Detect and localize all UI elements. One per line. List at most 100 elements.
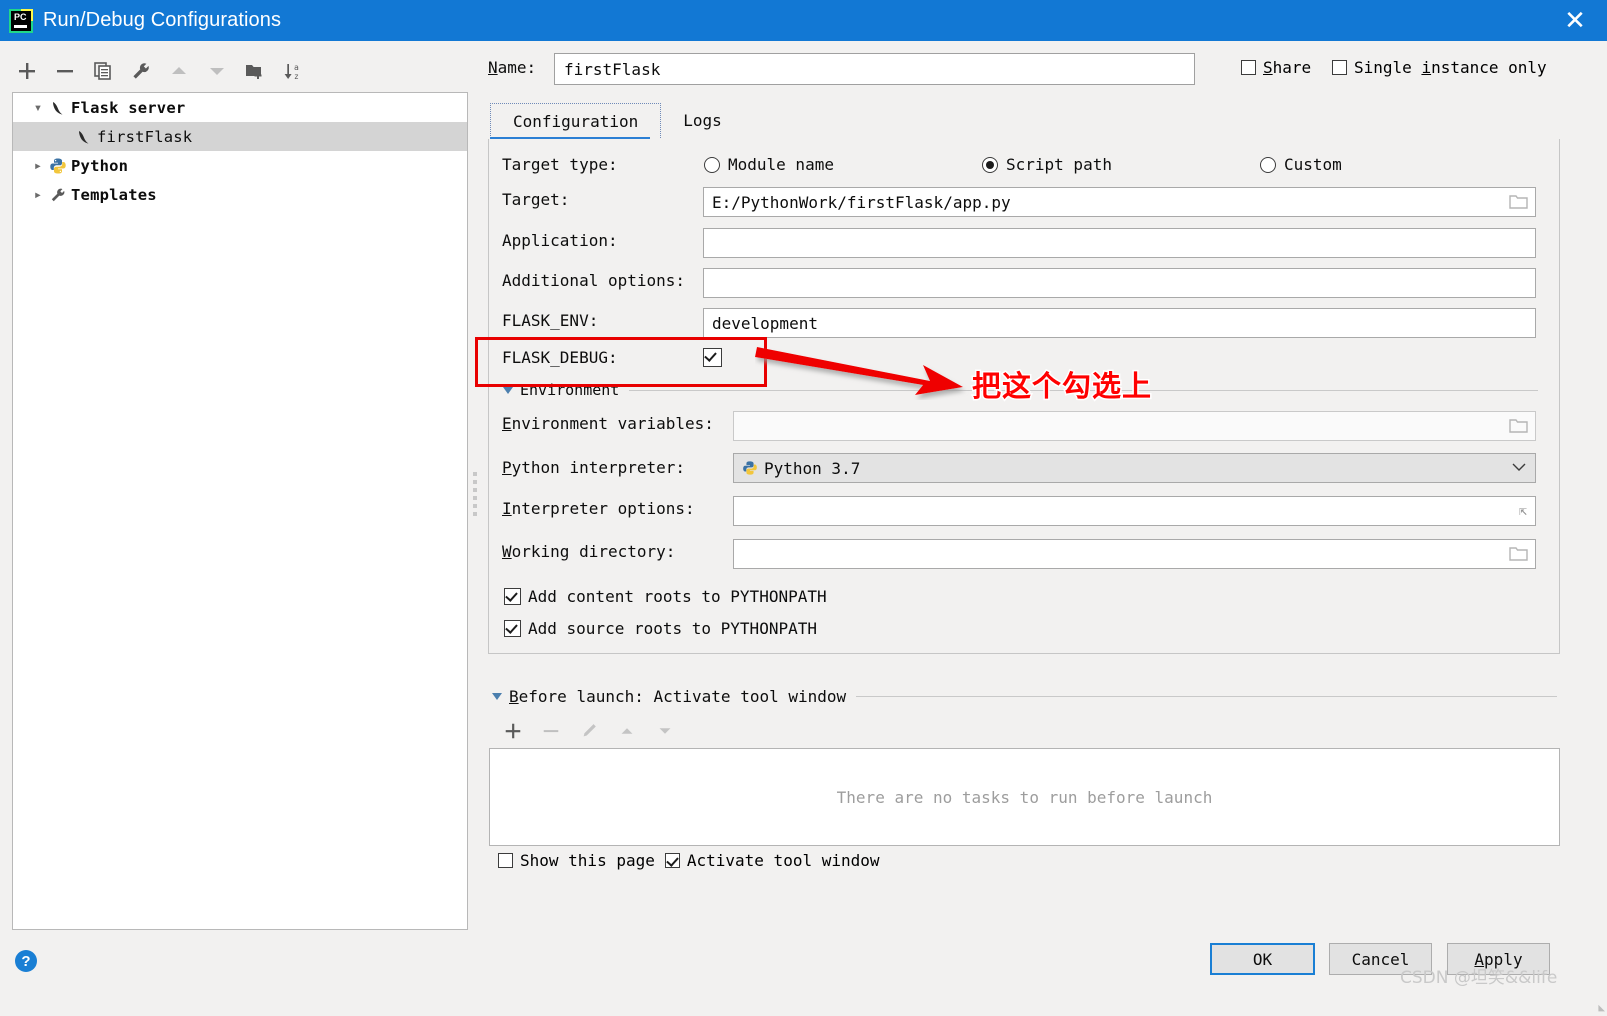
working-directory-input[interactable] bbox=[733, 539, 1536, 569]
name-input[interactable]: firstFlask bbox=[554, 53, 1195, 85]
empty-state-text: There are no tasks to run before launch bbox=[836, 787, 1213, 807]
bottom-options: Show this page Activate tool window bbox=[498, 851, 890, 870]
flask-env-input[interactable]: development bbox=[703, 308, 1536, 338]
show-this-page-checkbox[interactable]: Show this page bbox=[498, 851, 655, 870]
pencil-icon bbox=[583, 724, 596, 737]
flask-icon bbox=[53, 101, 63, 114]
tree-item-label: Python bbox=[71, 156, 129, 175]
move-down-button[interactable] bbox=[198, 54, 236, 88]
chevron-down-icon bbox=[1512, 463, 1526, 471]
checkbox-box bbox=[664, 853, 680, 868]
radio-label: Module name bbox=[728, 155, 834, 174]
target-type-option-module[interactable]: Module name bbox=[704, 155, 834, 174]
watermark-text: CSDN @坦笑&&life bbox=[1400, 968, 1558, 988]
application-input[interactable] bbox=[703, 228, 1536, 258]
ok-button[interactable]: OK bbox=[1210, 943, 1315, 975]
sort-alphabetically-button[interactable]: a z bbox=[274, 54, 312, 88]
interpreter-options-label: Interpreter options: bbox=[502, 499, 695, 518]
tab-logs[interactable]: Logs bbox=[661, 103, 744, 138]
add-source-roots-label: Add source roots to PYTHONPATH bbox=[528, 619, 817, 638]
tree-item-templates[interactable]: ▸ Templates bbox=[13, 180, 467, 209]
svg-text:z: z bbox=[294, 72, 299, 81]
additional-options-label: Additional options: bbox=[502, 271, 686, 290]
chevron-down-icon[interactable]: ▾ bbox=[27, 100, 49, 116]
radio-circle bbox=[1260, 156, 1276, 173]
chevron-right-icon[interactable]: ▸ bbox=[27, 187, 49, 203]
target-label: Target: bbox=[502, 190, 570, 209]
expand-icon[interactable]: ⇱ bbox=[1519, 504, 1527, 519]
plus-icon bbox=[19, 63, 35, 79]
remove-task-button[interactable] bbox=[532, 716, 570, 746]
flask-env-label: FLASK_ENV: bbox=[502, 311, 599, 330]
activate-tool-window-checkbox[interactable]: Activate tool window bbox=[664, 851, 880, 870]
target-type-option-custom[interactable]: Custom bbox=[1260, 155, 1342, 174]
tree-item-firstflask[interactable]: firstFlask bbox=[13, 122, 467, 151]
folder-browse-icon[interactable] bbox=[1509, 545, 1529, 563]
flask-env-value: development bbox=[712, 313, 818, 333]
target-input[interactable]: E:/PythonWork/firstFlask/app.py bbox=[703, 187, 1536, 217]
share-label: Share bbox=[1263, 58, 1312, 77]
python-interpreter-select[interactable]: Python 3.7 bbox=[733, 453, 1536, 483]
arrow-down-icon bbox=[659, 728, 671, 734]
copy-configuration-button[interactable] bbox=[84, 54, 122, 88]
task-move-down-button[interactable] bbox=[646, 716, 684, 746]
additional-options-input[interactable] bbox=[703, 268, 1536, 298]
environment-variables-input[interactable] bbox=[733, 411, 1536, 441]
flask-debug-checkbox[interactable] bbox=[703, 348, 729, 371]
copy-icon bbox=[94, 62, 111, 80]
minus-icon bbox=[57, 70, 73, 73]
arrow-down-icon bbox=[210, 68, 224, 75]
add-content-roots-checkbox[interactable]: Add content roots to PYTHONPATH bbox=[504, 587, 827, 606]
move-up-button[interactable] bbox=[160, 54, 198, 88]
radio-label: Script path bbox=[1006, 155, 1112, 174]
sort-az-icon: a z bbox=[284, 63, 299, 81]
chevron-right-icon[interactable]: ▸ bbox=[27, 158, 49, 174]
tabs-bar: Configuration Logs bbox=[490, 103, 744, 138]
interpreter-options-input[interactable]: ⇱ bbox=[733, 496, 1536, 526]
window-titlebar: PC Run/Debug Configurations ✕ bbox=[0, 0, 1607, 41]
single-instance-checkbox[interactable]: Single instance only bbox=[1332, 58, 1547, 77]
remove-configuration-button[interactable] bbox=[46, 54, 84, 88]
before-launch-header[interactable]: Before launch: Activate tool window bbox=[492, 687, 1557, 706]
arrow-up-icon bbox=[172, 67, 186, 74]
add-source-roots-checkbox[interactable]: Add source roots to PYTHONPATH bbox=[504, 619, 817, 638]
radio-label: Custom bbox=[1284, 155, 1342, 174]
folder-browse-icon[interactable] bbox=[1509, 193, 1529, 211]
name-label: Name: bbox=[488, 58, 537, 77]
configurations-tree[interactable]: ▾ Flask server firstFlask ▸ Python ▸ Tem… bbox=[12, 92, 468, 930]
target-type-row: Target type: bbox=[502, 155, 618, 174]
tree-item-flask-server[interactable]: ▾ Flask server bbox=[13, 93, 467, 122]
add-content-roots-label: Add content roots to PYTHONPATH bbox=[528, 587, 827, 606]
radio-circle bbox=[704, 156, 720, 173]
wrench-icon bbox=[133, 63, 149, 79]
plus-icon bbox=[505, 723, 521, 739]
before-launch-task-list[interactable]: There are no tasks to run before launch bbox=[489, 748, 1560, 846]
show-this-page-label: Show this page bbox=[520, 851, 655, 870]
checkbox-box bbox=[1241, 60, 1256, 75]
folder-browse-icon[interactable] bbox=[1509, 417, 1529, 435]
target-type-label: Target type: bbox=[502, 155, 618, 174]
tree-item-python[interactable]: ▸ Python bbox=[13, 151, 467, 180]
add-configuration-button[interactable] bbox=[8, 54, 46, 88]
configurations-toolbar: a z bbox=[8, 52, 463, 90]
task-move-up-button[interactable] bbox=[608, 716, 646, 746]
flask-icon bbox=[79, 130, 89, 143]
add-task-button[interactable] bbox=[494, 716, 532, 746]
python-icon bbox=[50, 158, 66, 173]
checkbox-box bbox=[498, 853, 513, 868]
share-checkbox[interactable]: Share bbox=[1241, 58, 1311, 77]
edit-templates-button[interactable] bbox=[122, 54, 160, 88]
minus-icon bbox=[543, 730, 559, 733]
help-icon[interactable]: ? bbox=[15, 950, 37, 972]
tab-configuration[interactable]: Configuration bbox=[490, 103, 662, 138]
panel-splitter[interactable] bbox=[470, 92, 482, 930]
environment-section-label: Environment bbox=[520, 381, 620, 399]
edit-task-button[interactable] bbox=[570, 716, 608, 746]
close-icon[interactable]: ✕ bbox=[1543, 0, 1607, 41]
target-type-option-script-path[interactable]: Script path bbox=[982, 155, 1112, 174]
before-launch-toolbar bbox=[494, 716, 684, 746]
radio-circle bbox=[982, 156, 998, 173]
new-folder-button[interactable] bbox=[236, 54, 274, 88]
python-icon bbox=[743, 461, 757, 475]
resize-grip-icon[interactable]: ◣ bbox=[1598, 1001, 1605, 1014]
